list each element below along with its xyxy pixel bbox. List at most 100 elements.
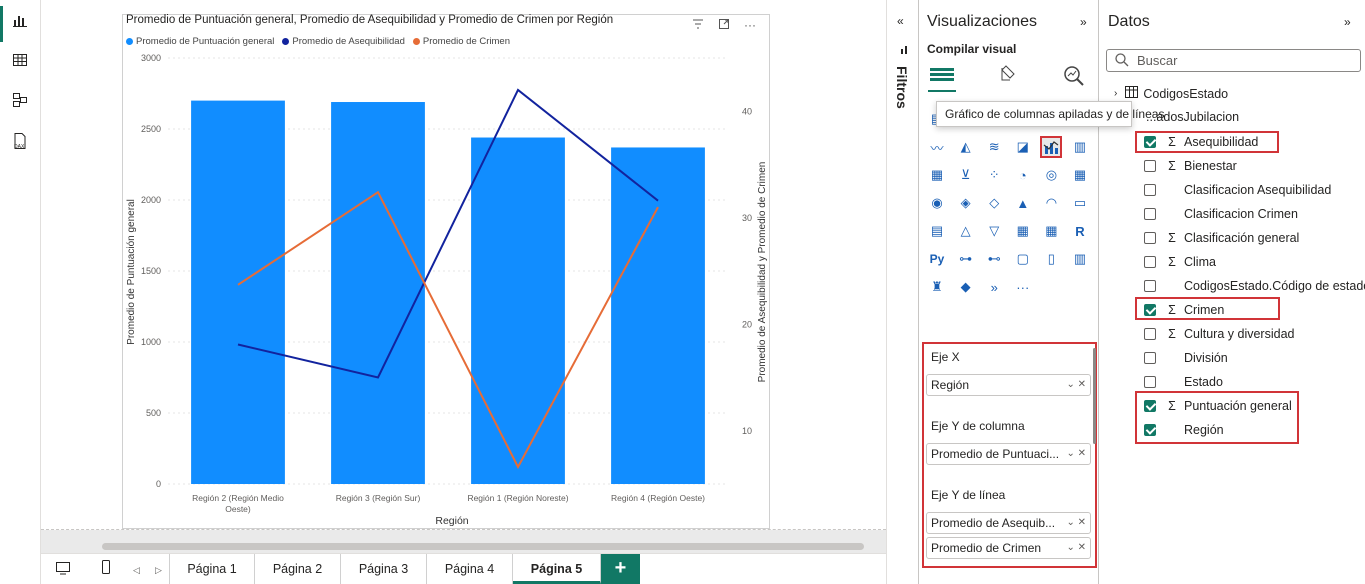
line-y-field-2[interactable]: Promedio de Crimen ⌄ ✕ — [926, 537, 1091, 559]
kpi-icon[interactable]: △ — [955, 220, 977, 242]
waterfall-icon[interactable]: ▦ — [926, 164, 948, 186]
map-icon[interactable]: ◉ — [926, 192, 948, 214]
field-row[interactable]: Σ Clasificación general — [1144, 231, 1299, 245]
x-tick-label: Región 1 (Región Noreste) — [467, 493, 568, 503]
field-dropdown-remove-icons[interactable]: ⌄ ✕ — [1066, 375, 1086, 395]
field-checkbox[interactable] — [1144, 184, 1156, 196]
data-search-input[interactable]: Buscar — [1106, 49, 1361, 72]
field-checkbox[interactable] — [1144, 376, 1156, 388]
field-row[interactable]: Clasificacion Crimen — [1144, 207, 1298, 221]
matrix-icon[interactable]: ▦ — [1040, 220, 1062, 242]
canvas-horizontal-scrollbar[interactable] — [102, 543, 864, 550]
x-axis-field[interactable]: Región ⌄ ✕ — [926, 374, 1091, 396]
column-y-field[interactable]: Promedio de Puntuaci... ⌄ ✕ — [926, 443, 1091, 465]
analytics-tab[interactable] — [1062, 64, 1086, 89]
add-page-button[interactable]: + — [601, 554, 640, 584]
trophy-metrics-icon[interactable]: ♜ — [926, 276, 948, 298]
mobile-layout-icon[interactable] — [101, 559, 111, 578]
y-tick-label: 2500 — [141, 124, 161, 134]
gauge-icon[interactable]: ◠ — [1040, 192, 1062, 214]
y2-tick-label: 40 — [742, 106, 752, 116]
tab-pagina-2[interactable]: Página 2 — [255, 554, 341, 584]
highlight-asequibilidad — [1135, 131, 1279, 153]
multi-row-card-icon[interactable]: ▤ — [926, 220, 948, 242]
qna-icon[interactable]: ▢ — [1012, 248, 1034, 270]
search-icon — [1115, 53, 1129, 70]
field-name: División — [1184, 351, 1228, 365]
decomposition-tree-icon[interactable]: ⊷ — [983, 248, 1005, 270]
field-checkbox[interactable] — [1144, 256, 1156, 268]
shape-map-icon[interactable]: ◇ — [983, 192, 1005, 214]
wells-scrollbar[interactable] — [1093, 348, 1096, 444]
field-row[interactable]: Clasificacion Asequibilidad — [1144, 183, 1331, 197]
field-checkbox[interactable] — [1144, 328, 1156, 340]
azure-map-icon[interactable]: ▲ — [1012, 192, 1034, 214]
paginated-report-icon[interactable]: ▥ — [1069, 248, 1091, 270]
y2-tick-label: 10 — [742, 426, 752, 436]
field-checkbox[interactable] — [1144, 352, 1156, 364]
tab-pagina-5[interactable]: Página 5 — [513, 554, 601, 584]
field-row[interactable]: Σ Bienestar — [1144, 159, 1237, 173]
stacked-area-icon[interactable]: ≋ — [983, 136, 1005, 158]
donut-chart-icon[interactable]: ◎ — [1040, 164, 1062, 186]
field-dropdown-remove-icons[interactable]: ⌄ ✕ — [1066, 538, 1086, 558]
filled-map-icon[interactable]: ◈ — [955, 192, 977, 214]
slicer-icon[interactable]: ▽ — [983, 220, 1005, 242]
field-name: CodigosEstado.Código de estado — [1184, 279, 1365, 293]
field-dropdown-remove-icons[interactable]: ⌄ ✕ — [1066, 513, 1086, 533]
bar — [191, 100, 285, 484]
tab-scroll-right-icon[interactable]: ▷ — [155, 565, 162, 576]
card-icon[interactable]: ▭ — [1069, 192, 1091, 214]
chart-plot: 0 500 1000 1500 2000 2500 3000 10 20 30 40 Región… — [126, 53, 768, 527]
funnel-icon[interactable]: ⊻ — [955, 164, 977, 186]
collapse-data-pane-icon[interactable]: » — [1344, 15, 1351, 29]
x-axis-well-label: Eje X — [931, 350, 960, 364]
field-dropdown-remove-icons[interactable]: ⌄ ✕ — [1066, 444, 1086, 464]
sigma-icon: Σ — [1168, 327, 1176, 341]
format-visual-tab[interactable] — [998, 64, 1022, 89]
smart-narrative-icon[interactable]: ▯ — [1040, 248, 1062, 270]
line-and-clustered-column-icon[interactable]: ▥ — [1069, 136, 1091, 158]
field-checkbox[interactable] — [1144, 232, 1156, 244]
more-visuals-icon[interactable]: ··· — [1012, 276, 1034, 298]
treemap-icon[interactable]: ▦ — [1069, 164, 1091, 186]
field-row[interactable]: Estado — [1144, 375, 1223, 389]
table-icon[interactable]: ▦ — [1012, 220, 1034, 242]
field-row[interactable]: CodigosEstado.Código de estado — [1144, 279, 1365, 293]
table-codigosestado[interactable]: › CodigosEstado — [1114, 86, 1228, 101]
expand-filters-icon[interactable]: « — [897, 14, 904, 28]
tab-pagina-4[interactable]: Página 4 — [427, 554, 513, 584]
line-and-stacked-column-icon[interactable] — [1040, 136, 1063, 158]
field-row[interactable]: Σ Cultura y diversidad — [1144, 327, 1294, 341]
expand-chevron-icon[interactable]: › — [1114, 88, 1117, 99]
build-visual-tab[interactable] — [928, 64, 956, 92]
line-chart-icon[interactable]: 〰 — [926, 136, 948, 158]
scatter-icon[interactable]: ⁘ — [983, 164, 1005, 186]
line-y-field-1-label: Promedio de Asequib... — [931, 516, 1056, 530]
field-checkbox[interactable] — [1144, 280, 1156, 292]
tab-scroll-left-icon[interactable]: ◁ — [133, 565, 140, 576]
y2-axis-title: Promedio de Asequibilidad y Promedio de … — [757, 162, 768, 383]
tab-pagina-1[interactable]: Página 1 — [169, 554, 255, 584]
power-automate-icon[interactable]: » — [983, 276, 1005, 298]
highlight-crimen — [1135, 297, 1280, 320]
field-checkbox[interactable] — [1144, 160, 1156, 172]
r-script-icon[interactable]: R — [1069, 220, 1091, 242]
field-row[interactable]: División — [1144, 351, 1228, 365]
tab-pagina-3[interactable]: Página 3 — [341, 554, 427, 584]
x-tick-label: Región 2 (Región Medio Oeste) — [192, 493, 284, 514]
desktop-layout-icon[interactable] — [55, 561, 71, 578]
ribbon-chart-icon[interactable]: ◪ — [1012, 136, 1034, 158]
area-chart-icon[interactable]: ◭ — [955, 136, 977, 158]
y-tick-label: 500 — [146, 408, 161, 418]
line-y-field-1[interactable]: Promedio de Asequib... ⌄ ✕ — [926, 512, 1091, 534]
collapse-visualizations-icon[interactable]: » — [1080, 15, 1087, 29]
power-apps-icon[interactable]: ◆ — [955, 276, 977, 298]
key-influencers-icon[interactable]: ⊶ — [955, 248, 977, 270]
visualizations-title: Visualizaciones — [927, 13, 1037, 30]
pie-chart-icon[interactable]: ◔ — [1012, 164, 1034, 186]
field-row[interactable]: Σ Clima — [1144, 255, 1216, 269]
python-visual-icon[interactable]: Py — [926, 248, 948, 270]
sigma-icon: Σ — [1168, 159, 1176, 173]
field-checkbox[interactable] — [1144, 208, 1156, 220]
